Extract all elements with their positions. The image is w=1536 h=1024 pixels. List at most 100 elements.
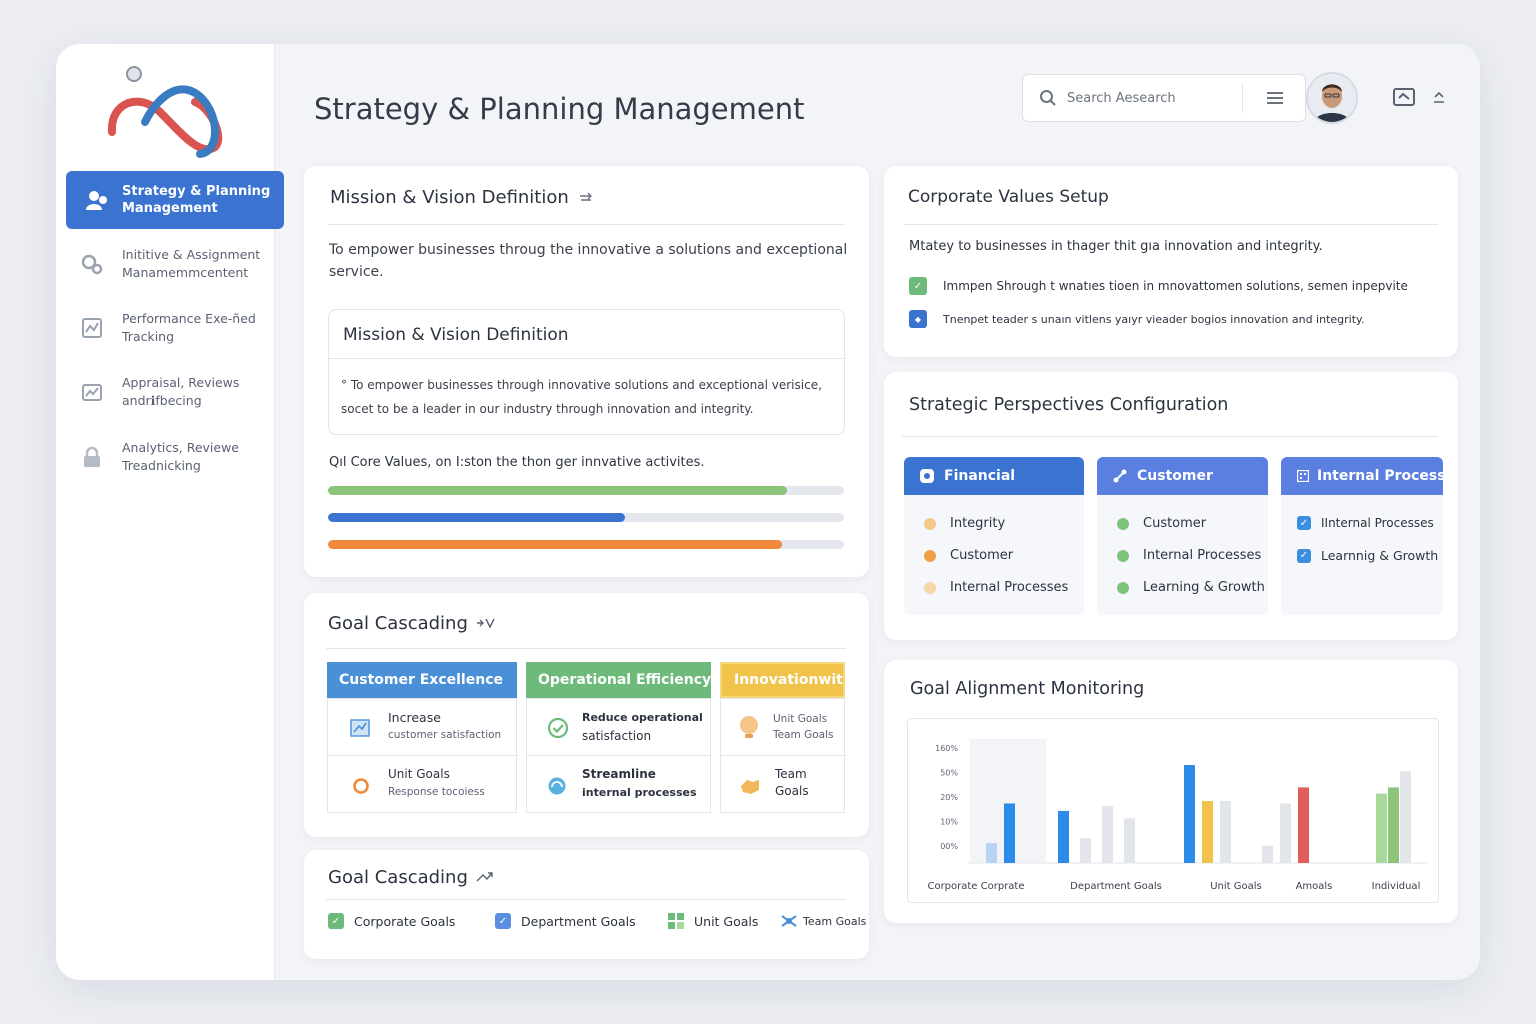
sidebar-item-strategy-planning[interactable]: Strategy & Planning Management	[66, 171, 284, 229]
legend-unit-goals[interactable]: Unit Goals	[668, 913, 758, 929]
lock-icon	[84, 446, 100, 467]
y-tick-label: 160%	[935, 744, 958, 753]
chart-bar[interactable]	[1262, 845, 1273, 863]
corporate-values-card: Corporate Values Setup Mtatey to busines…	[884, 166, 1458, 357]
perspective-item[interactable]: Internal Processes	[1117, 548, 1261, 563]
column-header-customer-excellence[interactable]: Customer Excellence	[327, 662, 517, 698]
user-portrait-icon	[1308, 74, 1356, 122]
sidebar-item-label: Performance Exe-ñed Tracking	[122, 311, 256, 344]
perspective-item[interactable]: ✓ Learnnig & Growth	[1297, 548, 1438, 563]
chart-bar[interactable]	[1220, 801, 1231, 863]
chart-icon	[350, 719, 370, 737]
sidebar-item-performance[interactable]: Performance Exe-ñed Tracking	[80, 306, 270, 350]
chart-bar[interactable]	[1388, 787, 1399, 863]
inner-title: Mission & Vision Definition	[343, 325, 569, 345]
column-header-operational-efficiency[interactable]: Operational Efficiency	[526, 662, 711, 698]
goal-cell[interactable]: Reduce operational satisfaction	[526, 698, 711, 756]
hamburger-icon	[1267, 92, 1283, 104]
goal-cell[interactable]: Streamline internal processes	[526, 755, 711, 813]
checkbox-green-icon: ✓	[328, 913, 344, 929]
upload-icon[interactable]	[1432, 90, 1446, 104]
sidebar-item-label: Strategy & Planning Management	[122, 184, 271, 216]
card-title: Goal Cascading	[328, 613, 498, 634]
card-title: Mission & Vision Definition	[330, 187, 593, 208]
chart-bar[interactable]	[1080, 838, 1091, 863]
hand-icon	[741, 780, 759, 794]
chart-bar[interactable]	[1004, 803, 1015, 863]
legend-team-goals[interactable]: Team Goals	[781, 914, 866, 928]
flow-icon	[476, 872, 493, 882]
column-header-innovation[interactable]: Innovationwith	[720, 662, 845, 698]
perspective-item[interactable]: Learning & Growth	[1117, 580, 1265, 595]
sidebar-item-analytics[interactable]: Analytics, Reviewe Treadnicking	[80, 435, 270, 479]
perspective-item[interactable]: Integrity	[924, 516, 1005, 531]
chart-bar[interactable]	[1376, 793, 1387, 863]
chart-bar[interactable]	[1124, 818, 1135, 863]
flow-icon	[476, 618, 495, 629]
chart-bar[interactable]	[986, 843, 997, 863]
search-input[interactable]: Search Aesearch	[1067, 91, 1242, 106]
values-intro: Mtatey to businesses in thager thit gıa …	[909, 239, 1323, 254]
gauge-icon	[548, 777, 566, 795]
page-title: Strategy & Planning Management	[314, 92, 805, 126]
core-values-text: Qıl Core Values, on I:ston the thon ger …	[329, 455, 705, 470]
chart-bar[interactable]	[1202, 801, 1213, 863]
avatar[interactable]	[1306, 72, 1358, 124]
perspective-column-financial: Financial Integrity Customer Internal Pr…	[904, 457, 1084, 615]
perspective-header[interactable]: Internal Process	[1281, 457, 1446, 495]
mission-statement: To empower businesses throug the innovat…	[329, 242, 848, 280]
sidebar-item-initiative[interactable]: Inititive & Assignment Manamemmcentent	[80, 242, 270, 286]
chart-bar[interactable]	[1400, 771, 1411, 863]
perspective-item[interactable]: Customer	[1117, 516, 1206, 531]
perspective-header[interactable]: Financial	[904, 457, 1084, 495]
value-item[interactable]: ✓ Immpen Shrough t wnatıes tioen in mnov…	[909, 277, 1408, 295]
divider	[326, 648, 846, 649]
divider	[329, 358, 844, 359]
menu-button[interactable]	[1243, 91, 1291, 105]
edit-icon[interactable]	[579, 191, 593, 203]
sidebar: Strategy & Planning Management Inititive…	[56, 44, 284, 980]
perspective-item[interactable]: Customer	[924, 548, 1013, 563]
chart-bar[interactable]	[1280, 803, 1291, 863]
legend-department-goals[interactable]: ✓ Department Goals	[495, 913, 636, 929]
mission-inner-box: Mission & Vision Definition ° To empower…	[328, 309, 845, 435]
tracking-icon	[82, 318, 102, 338]
x-tick-label: Department Goals	[1070, 881, 1162, 892]
progress-bar	[328, 513, 844, 522]
checkbox-blue-icon: ✓	[495, 913, 511, 929]
value-item[interactable]: ◆ Tnenpet teader s unaın vitlens yaıyr v…	[909, 310, 1364, 328]
building-icon	[1297, 470, 1309, 482]
perspective-item[interactable]: Internal Processes	[924, 580, 1068, 595]
perspective-column-internal-process: Internal Process ✓ IInternal Processes ✓ L…	[1281, 457, 1446, 615]
goal-cell[interactable]: Unit Goals Team Goals	[720, 698, 845, 756]
chart-bar[interactable]	[1102, 805, 1113, 863]
card-title: Goal Alignment Monitoring	[910, 679, 1145, 699]
chart-bar[interactable]	[1298, 787, 1309, 863]
chart-frame: 160% 50% 20% 10% 00% Corporate Corprate Depart…	[907, 718, 1439, 903]
search-bar[interactable]: Search Aesearch	[1022, 74, 1306, 122]
legend-corporate-goals[interactable]: ✓ Corporate Goals	[328, 913, 455, 929]
goal-cell[interactable]: Unit Goals Response tocoiess	[327, 755, 517, 813]
progress-bar	[328, 486, 844, 495]
goal-cell[interactable]: Increase customer satisfaction	[327, 698, 517, 756]
inner-text: ° To empower businesses through innovati…	[341, 378, 822, 416]
goal-cell[interactable]: Team Goals	[720, 755, 845, 813]
x-tick-label: Amoals	[1296, 881, 1333, 892]
perspective-header[interactable]: Customer	[1097, 457, 1268, 495]
sidebar-item-appraisal[interactable]: Appraisal, Reviews andrℹ︎fbecing	[80, 370, 270, 414]
search-icon	[1040, 90, 1056, 106]
sidebar-item-label: Inititive & Assignment Manamemmcentent	[122, 247, 261, 280]
checkbox-icon: ✓	[1297, 516, 1311, 530]
perspective-item[interactable]: ✓ IInternal Processes	[1297, 516, 1434, 530]
goal-cascading-card: Goal Cascading Customer Excellence Opera…	[304, 593, 869, 837]
people-icon	[86, 191, 107, 210]
chart-bar[interactable]	[1058, 810, 1069, 863]
chart-icon	[82, 384, 102, 401]
mission-vision-card: Mission & Vision Definition To empower b…	[304, 166, 869, 577]
goal-alignment-card: Goal Alignment Monitoring 160% 50% 20% 10% 0…	[884, 660, 1458, 923]
chart-bar[interactable]	[1184, 765, 1195, 863]
goal-alignment-chart: 160% 50% 20% 10% 00% Corporate Corprate Depart…	[927, 739, 1428, 892]
divider	[328, 224, 845, 225]
display-settings-icon[interactable]	[1392, 86, 1416, 110]
sidebar-item-label: Analytics, Reviewe Treadnicking	[122, 440, 239, 473]
